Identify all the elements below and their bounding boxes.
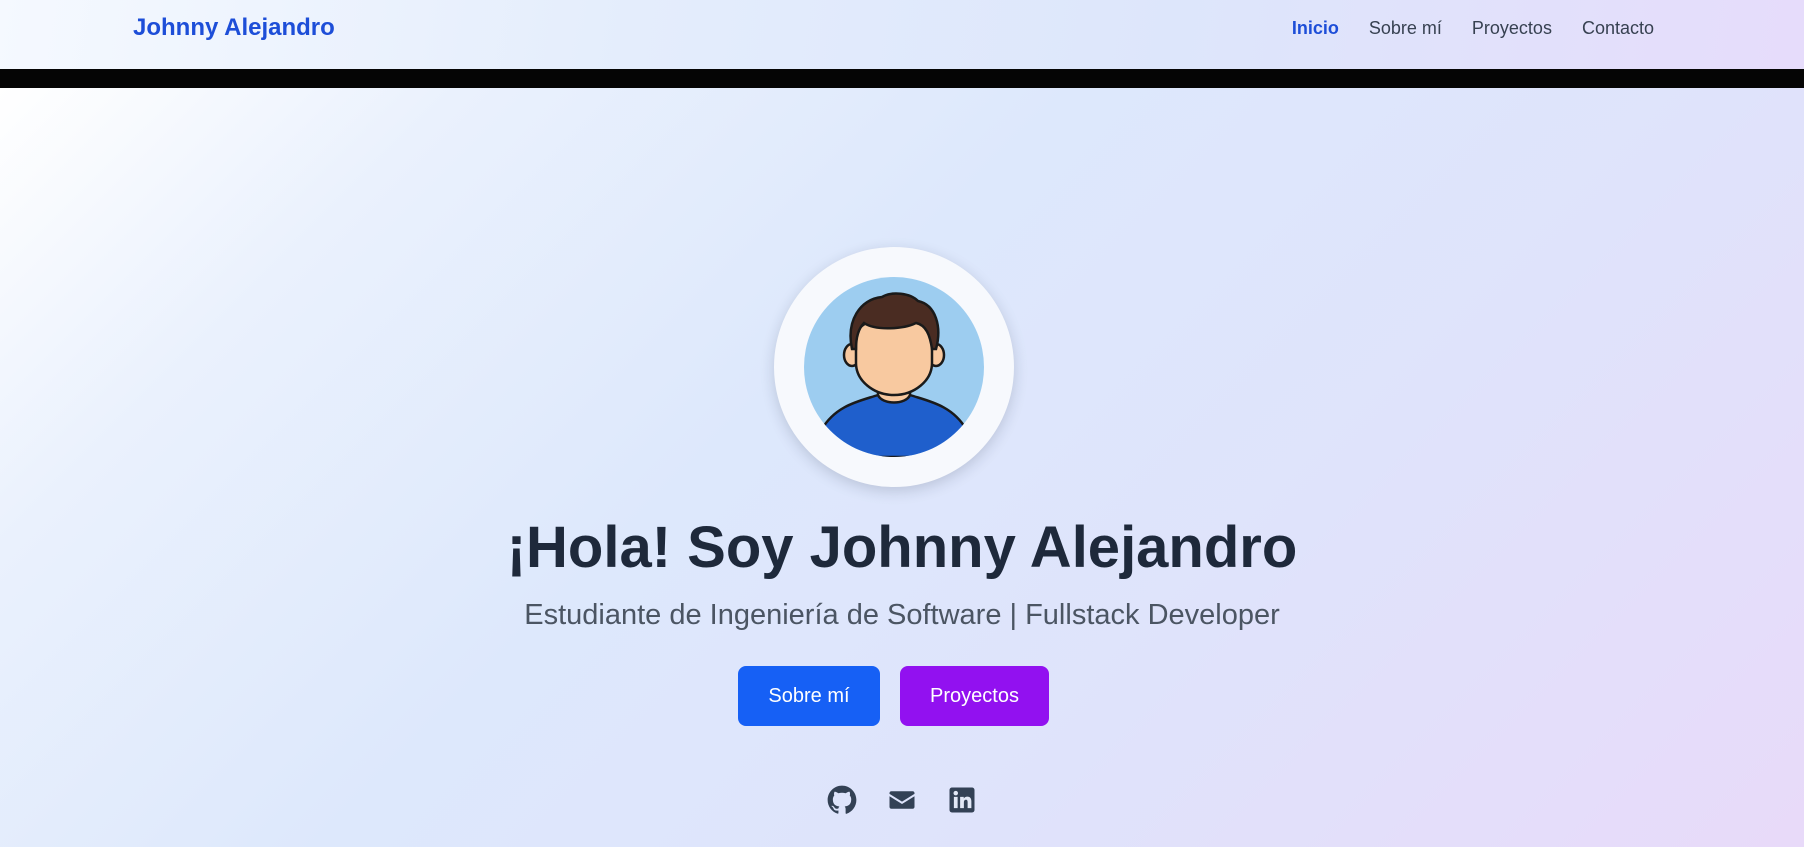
nav-links: Inicio Sobre mí Proyectos Contacto: [1292, 18, 1654, 39]
github-link[interactable]: [827, 785, 857, 815]
avatar-frame: [774, 247, 1014, 487]
projects-button[interactable]: Proyectos: [900, 666, 1049, 726]
linkedin-link[interactable]: [947, 785, 977, 815]
about-button[interactable]: Sobre mí: [738, 666, 880, 726]
hero-title: ¡Hola! Soy Johnny Alejandro: [506, 515, 1298, 580]
avatar: [804, 277, 984, 457]
nav-link-contacto[interactable]: Contacto: [1582, 18, 1654, 39]
avatar-illustration: [804, 277, 984, 457]
nav-link-proyectos[interactable]: Proyectos: [1472, 18, 1552, 39]
black-divider-bar: [0, 69, 1804, 88]
envelope-icon: [889, 791, 915, 809]
email-link[interactable]: [887, 785, 917, 815]
brand-logo[interactable]: Johnny Alejandro: [133, 14, 335, 42]
linkedin-icon: [949, 787, 975, 813]
nav-link-sobre-mi[interactable]: Sobre mí: [1369, 18, 1442, 39]
navbar: Johnny Alejandro Inicio Sobre mí Proyect…: [0, 0, 1804, 69]
hero-subtitle: Estudiante de Ingeniería de Software | F…: [524, 599, 1280, 631]
social-links: [0, 785, 1804, 815]
github-icon: [827, 785, 857, 814]
hero-section: ¡Hola! Soy Johnny Alejandro Estudiante d…: [0, 88, 1804, 847]
nav-link-inicio[interactable]: Inicio: [1292, 18, 1339, 39]
